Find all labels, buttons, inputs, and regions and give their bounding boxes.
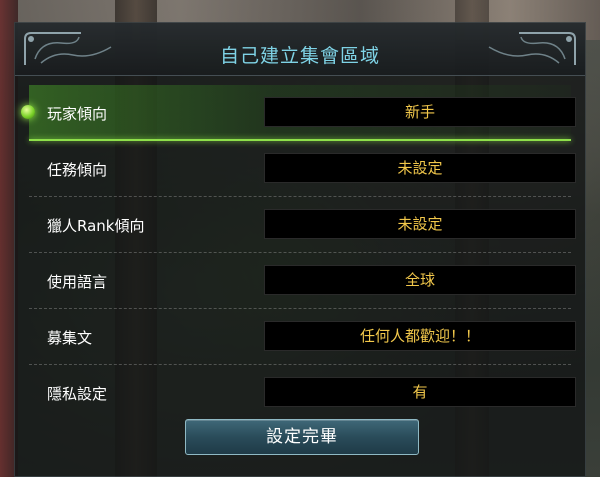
setting-value-selector[interactable]: 有 (264, 377, 576, 407)
panel-header: 自己建立集會區域 (15, 23, 585, 76)
setting-value-selector[interactable]: 未設定 (264, 209, 576, 239)
confirm-settings-button[interactable]: 設定完畢 (185, 419, 419, 455)
setting-label: 獵人Rank傾向 (47, 217, 145, 235)
setting-label: 任務傾向 (47, 161, 108, 179)
setting-label: 使用語言 (47, 273, 108, 291)
create-gathering-hub-panel: 自己建立集會區域 玩家傾向 新手 任務傾向 未設定 獵人Rank傾向 未設定 使… (14, 22, 586, 477)
selection-indicator-icon (21, 105, 35, 119)
setting-value-selector[interactable]: 未設定 (264, 153, 576, 183)
setting-row-language[interactable]: 使用語言 全球 (29, 253, 576, 309)
setting-row-privacy[interactable]: 隱私設定 有 (29, 365, 576, 421)
setting-label: 募集文 (47, 329, 93, 347)
setting-value-selector[interactable]: 全球 (264, 265, 576, 295)
setting-row-hunter-rank-tendency[interactable]: 獵人Rank傾向 未設定 (29, 197, 576, 253)
setting-row-player-tendency[interactable]: 玩家傾向 新手 (21, 85, 576, 141)
panel-title: 自己建立集會區域 (219, 45, 380, 67)
setting-label: 玩家傾向 (47, 105, 108, 123)
setting-value-selector[interactable]: 新手 (264, 97, 576, 127)
setting-value-selector[interactable]: 任何人都歡迎！！ (264, 321, 576, 351)
setting-row-recruitment-message[interactable]: 募集文 任何人都歡迎！！ (29, 309, 576, 365)
setting-row-quest-tendency[interactable]: 任務傾向 未設定 (29, 141, 576, 197)
setting-label: 隱私設定 (47, 385, 108, 403)
